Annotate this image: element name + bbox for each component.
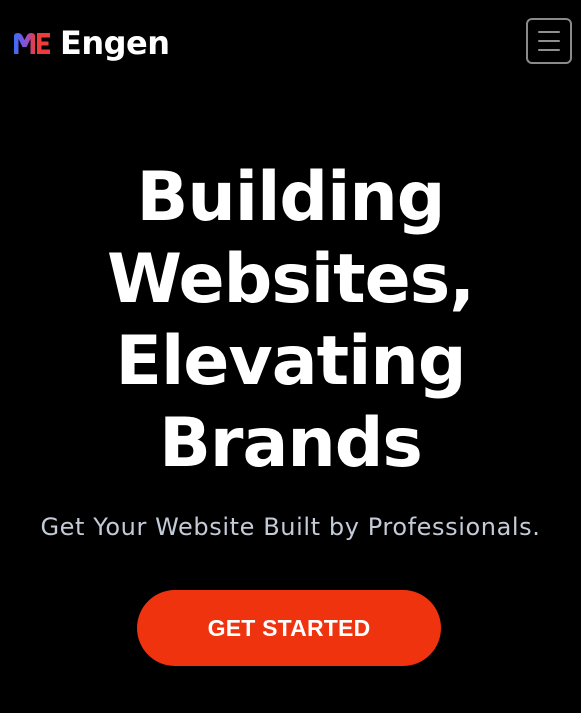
hamburger-menu-icon [538,40,560,42]
brand-link[interactable]: Engen [12,24,170,62]
brand-name: Engen [60,24,170,62]
hamburger-menu-icon [538,49,560,51]
hero-title-line: Websites, [106,240,475,319]
menu-toggle-button[interactable] [526,18,572,64]
hero-title: Building Websites, Elevating Brands [0,157,581,485]
me-logo-icon [14,33,50,54]
navbar: Engen [0,0,581,86]
hero-subtitle: Get Your Website Built by Professionals. [40,513,541,541]
hero-title-line: Building [136,158,446,237]
hero-title-line: Brands [159,404,423,483]
hamburger-menu-icon [538,31,560,33]
get-started-button[interactable]: GET STARTED [137,590,441,666]
hero-title-line: Elevating [115,322,467,401]
